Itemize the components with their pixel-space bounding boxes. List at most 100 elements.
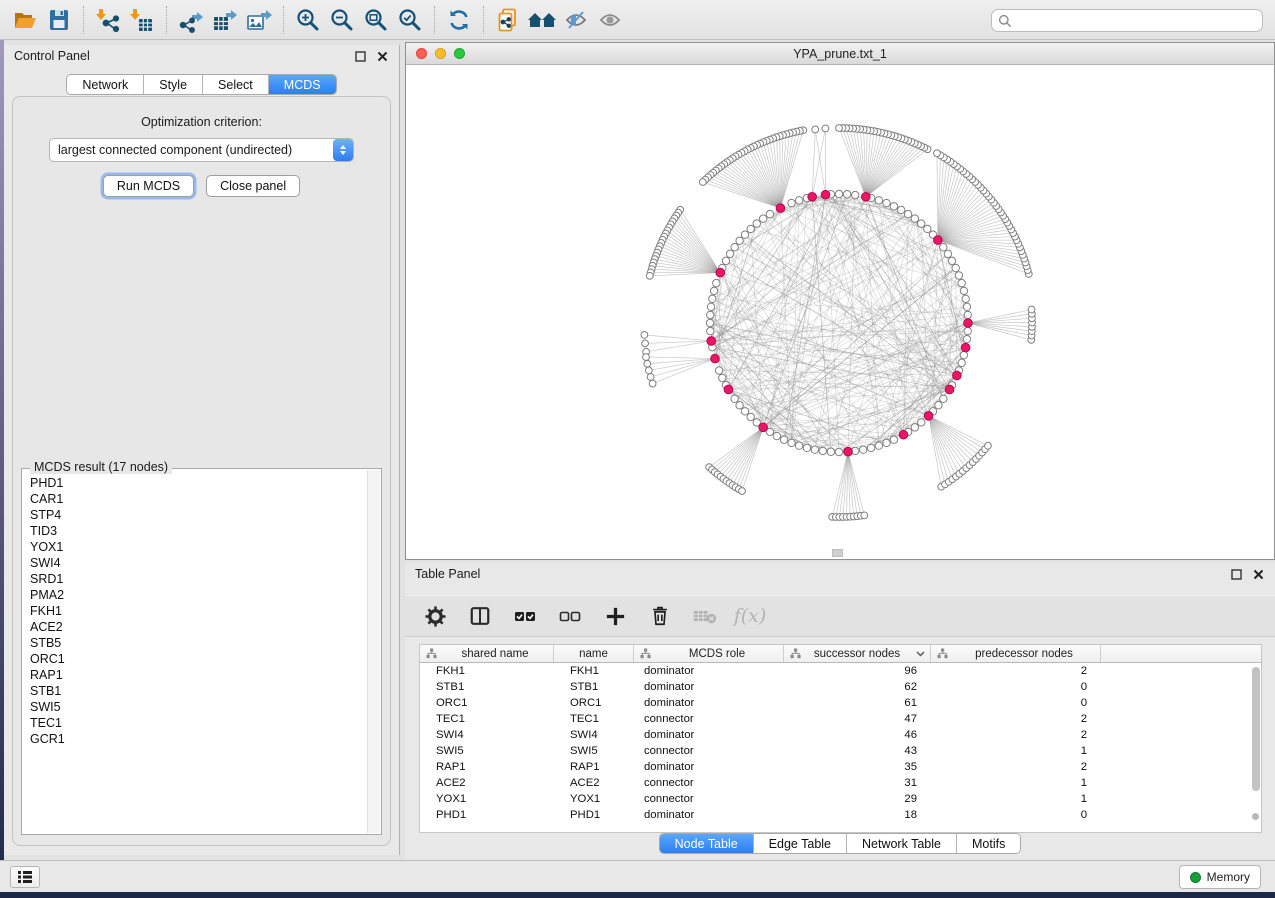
export-table-icon[interactable] <box>208 4 242 36</box>
search-input[interactable] <box>1016 14 1262 28</box>
tab-node-table[interactable]: Node Table <box>660 834 754 853</box>
first-neighbors-icon[interactable] <box>525 4 559 36</box>
column-header-shared-name[interactable]: shared name <box>420 645 554 662</box>
mcds-result-item[interactable]: STB1 <box>30 683 367 699</box>
run-mcds-button[interactable]: Run MCDS <box>103 175 194 197</box>
mcds-result-item[interactable]: SRD1 <box>30 571 367 587</box>
table-row[interactable]: ACE2ACE2connector311 <box>420 775 1261 791</box>
mcds-result-item[interactable]: ORC1 <box>30 651 367 667</box>
criterion-select[interactable]: largest connected component (undirected) <box>49 138 354 162</box>
delete-table-icon[interactable] <box>693 604 717 628</box>
export-network-icon[interactable] <box>174 4 208 36</box>
open-session-icon[interactable] <box>8 4 42 36</box>
column-header-MCDS-role[interactable]: MCDS role <box>634 645 784 662</box>
function-builder-icon[interactable]: f(x) <box>738 604 762 628</box>
table-cell: FKH1 <box>554 665 634 677</box>
table-row[interactable]: PHD1PHD1dominator180 <box>420 807 1261 823</box>
table-scrollbar-thumb[interactable] <box>1252 667 1260 791</box>
memory-label: Memory <box>1207 870 1250 884</box>
float-table-panel-icon[interactable] <box>1229 567 1243 581</box>
mcds-result-item[interactable]: TEC1 <box>30 715 367 731</box>
table-cell: connector <box>634 793 784 805</box>
tab-style[interactable]: Style <box>144 75 203 94</box>
mcds-result-item[interactable]: PMA2 <box>30 587 367 603</box>
hide-selected-icon[interactable] <box>559 4 593 36</box>
close-panel-button[interactable]: Close panel <box>206 175 300 197</box>
close-panel-icon[interactable] <box>375 49 389 63</box>
clone-network-icon[interactable] <box>491 4 525 36</box>
tab-network[interactable]: Network <box>67 75 144 94</box>
table-cell: 47 <box>784 713 931 725</box>
zoom-out-icon[interactable] <box>325 4 359 36</box>
network-window-titlebar[interactable]: YPA_prune.txt_1 <box>406 43 1274 65</box>
control-panel: Control Panel NetworkStyleSelectMCDS Opt… <box>4 45 400 855</box>
mcds-result-item[interactable]: PHD1 <box>30 475 367 491</box>
mcds-result-item[interactable]: ACE2 <box>30 619 367 635</box>
table-row[interactable]: YOX1YOX1connector291 <box>420 791 1261 807</box>
network-svg <box>406 65 1274 559</box>
table-cell: dominator <box>634 681 784 693</box>
mcds-result-item[interactable]: GCR1 <box>30 731 367 747</box>
table-row[interactable]: RAP1RAP1dominator352 <box>420 759 1261 775</box>
zoom-selected-icon[interactable] <box>393 4 427 36</box>
export-image-icon[interactable] <box>242 4 276 36</box>
mcds-result-item[interactable]: TID3 <box>30 523 367 539</box>
table-cell: connector <box>634 777 784 789</box>
import-table-icon[interactable] <box>125 4 159 36</box>
table-row[interactable]: SWI5SWI5connector431 <box>420 743 1261 759</box>
apply-layout-icon[interactable] <box>442 4 476 36</box>
select-all-icon[interactable] <box>513 604 537 628</box>
mcds-result-item[interactable]: STB5 <box>30 635 367 651</box>
table-cell: dominator <box>634 809 784 821</box>
network-canvas[interactable] <box>406 65 1274 559</box>
zoom-fit-icon[interactable] <box>359 4 393 36</box>
tab-network-table[interactable]: Network Table <box>847 834 957 853</box>
result-list-scrollbar[interactable] <box>367 470 380 833</box>
tab-mcds[interactable]: MCDS <box>269 75 336 94</box>
show-column-icon[interactable] <box>468 604 492 628</box>
mcds-result-item[interactable]: SWI4 <box>30 555 367 571</box>
canvas-resize-grip[interactable] <box>832 549 843 557</box>
deselect-all-icon[interactable] <box>558 604 582 628</box>
memory-button[interactable]: Memory <box>1179 865 1261 889</box>
table-cell: SWI4 <box>554 729 634 741</box>
table-row[interactable]: ORC1ORC1dominator610 <box>420 695 1261 711</box>
mcds-result-item[interactable]: CAR1 <box>30 491 367 507</box>
table-row[interactable]: TEC1TEC1connector472 <box>420 711 1261 727</box>
mcds-result-item[interactable]: STP4 <box>30 507 367 523</box>
show-all-icon[interactable] <box>593 4 627 36</box>
table-cell: STB1 <box>420 681 554 693</box>
node-table: shared namenameMCDS rolesuccessor nodesp… <box>419 644 1262 833</box>
table-row[interactable]: STB1STB1dominator620 <box>420 679 1261 695</box>
table-cell: 2 <box>931 729 1101 741</box>
mcds-result-item[interactable]: SWI5 <box>30 699 367 715</box>
table-row[interactable]: FKH1FKH1dominator962 <box>420 663 1261 679</box>
table-cell: 2 <box>931 665 1101 677</box>
control-panel-titlebar: Control Panel <box>4 45 399 67</box>
tab-edge-table[interactable]: Edge Table <box>754 834 847 853</box>
column-header-name[interactable]: name <box>554 645 634 662</box>
mcds-result-title: MCDS result (17 nodes) <box>30 460 172 474</box>
table-cell: ACE2 <box>420 777 554 789</box>
zoom-in-icon[interactable] <box>291 4 325 36</box>
tab-motifs[interactable]: Motifs <box>957 834 1020 853</box>
import-network-icon[interactable] <box>91 4 125 36</box>
mcds-result-item[interactable]: RAP1 <box>30 667 367 683</box>
settings-gear-icon[interactable] <box>423 604 447 628</box>
task-history-button[interactable] <box>10 866 40 888</box>
column-header-predecessor-nodes[interactable]: predecessor nodes <box>931 645 1101 662</box>
float-panel-icon[interactable] <box>353 49 367 63</box>
table-cell: PHD1 <box>554 809 634 821</box>
table-panel: Table Panel f(x) shared namenameMCDS rol… <box>405 563 1275 860</box>
table-cell: 61 <box>784 697 931 709</box>
delete-column-icon[interactable] <box>648 604 672 628</box>
column-header-successor-nodes[interactable]: successor nodes <box>784 645 931 662</box>
table-cell: SWI5 <box>420 745 554 757</box>
table-row[interactable]: SWI4SWI4dominator462 <box>420 727 1261 743</box>
tab-select[interactable]: Select <box>203 75 269 94</box>
close-table-panel-icon[interactable] <box>1251 567 1265 581</box>
mcds-result-item[interactable]: FKH1 <box>30 603 367 619</box>
save-session-icon[interactable] <box>42 4 76 36</box>
mcds-result-item[interactable]: YOX1 <box>30 539 367 555</box>
add-column-icon[interactable] <box>603 604 627 628</box>
